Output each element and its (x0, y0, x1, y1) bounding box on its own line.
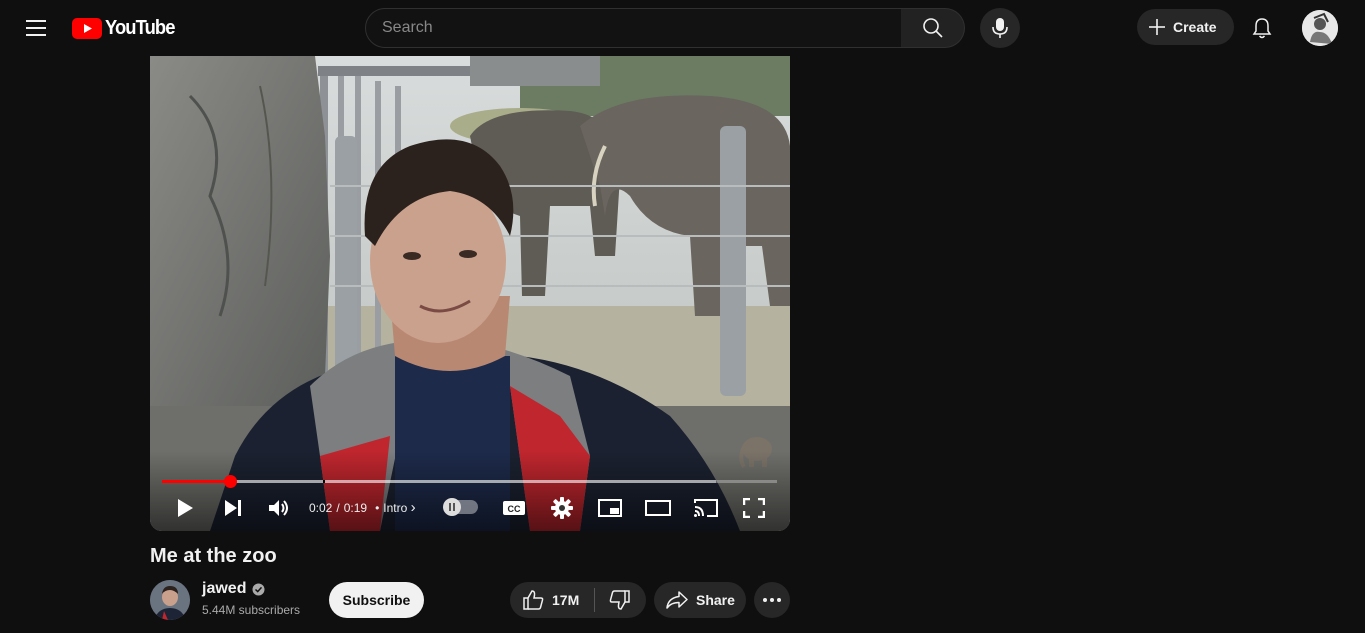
subscribe-button[interactable]: Subscribe (329, 582, 424, 618)
fullscreen-icon (743, 498, 765, 518)
next-icon (225, 500, 241, 516)
captions-icon: CC (503, 501, 525, 515)
search-input[interactable] (382, 19, 901, 37)
chapter-title: Intro (383, 501, 408, 515)
fullscreen-button[interactable] (740, 492, 768, 524)
cast-icon (694, 499, 718, 517)
more-actions-button[interactable] (754, 582, 790, 618)
miniplayer-icon (598, 499, 622, 517)
svg-text:CC: CC (508, 504, 521, 514)
channel-name-link[interactable]: jawed (202, 580, 265, 598)
search-box (365, 8, 902, 48)
autoplay-toggle[interactable] (443, 498, 478, 516)
chapter-dot: • (375, 500, 380, 515)
mute-button[interactable] (264, 492, 294, 524)
like-count: 17M (552, 592, 580, 608)
progress-bar[interactable] (162, 475, 777, 488)
miniplayer-button[interactable] (596, 492, 624, 524)
share-label: Share (696, 592, 735, 608)
bell-icon (1252, 18, 1272, 39)
channel-avatar[interactable] (150, 580, 190, 620)
duration: 0:19 (343, 500, 368, 515)
play-icon (178, 499, 193, 517)
progress-loaded (162, 480, 716, 483)
verified-badge-icon (252, 583, 265, 595)
account-avatar[interactable] (1302, 10, 1338, 46)
time-display: 0:02 / 0:19 • Intro › (309, 499, 416, 516)
thumbs-down-icon (609, 590, 630, 610)
settings-gear-icon (551, 497, 573, 519)
youtube-logo[interactable]: YouTube (72, 17, 181, 40)
microphone-icon (992, 18, 1008, 38)
plus-icon (1149, 19, 1165, 35)
progress-played (162, 480, 230, 483)
like-dislike-group: 17M (510, 582, 646, 618)
notifications-button[interactable] (1242, 8, 1282, 48)
search-icon (922, 18, 943, 38)
more-horizontal-icon (763, 598, 781, 602)
dislike-button[interactable] (595, 582, 645, 618)
pause-icon (449, 503, 455, 511)
chapter-divider (323, 480, 325, 483)
theater-mode-icon (645, 500, 671, 516)
hamburger-menu-icon (26, 20, 46, 36)
masthead: YouTube Create (0, 0, 1365, 56)
time-separator: / (336, 500, 340, 515)
current-time: 0:02 (309, 500, 333, 515)
play-button[interactable] (170, 492, 200, 524)
video-player[interactable]: 0:02 / 0:19 • Intro › CC (150, 56, 790, 531)
progress-scrubber[interactable] (223, 475, 237, 488)
share-arrow-icon (666, 591, 688, 609)
theater-mode-button[interactable] (644, 492, 672, 524)
volume-icon (269, 500, 288, 516)
logo-text: YouTube (105, 17, 175, 39)
cast-button[interactable] (692, 492, 720, 524)
avatar-image-icon (1302, 10, 1338, 46)
thumbs-up-icon (523, 590, 544, 610)
settings-button[interactable] (548, 492, 576, 524)
video-title: Me at the zoo (150, 545, 277, 567)
search-button[interactable] (901, 8, 965, 48)
create-label: Create (1173, 19, 1217, 35)
autoplay-knob (443, 498, 461, 516)
create-button[interactable]: Create (1137, 9, 1234, 45)
channel-avatar-image-icon (150, 580, 190, 620)
chevron-right-icon: › (410, 499, 416, 516)
guide-menu-button[interactable] (16, 8, 56, 48)
like-button[interactable]: 17M (510, 582, 594, 618)
next-button[interactable] (218, 492, 248, 524)
captions-button[interactable]: CC (500, 492, 528, 524)
channel-name: jawed (202, 580, 247, 597)
youtube-play-logo-icon (72, 18, 102, 39)
subscriber-count: 5.44M subscribers (202, 603, 301, 617)
share-button[interactable]: Share (654, 582, 746, 618)
chapter-title-button[interactable]: Intro › (383, 499, 415, 516)
voice-search-button[interactable] (980, 8, 1020, 48)
